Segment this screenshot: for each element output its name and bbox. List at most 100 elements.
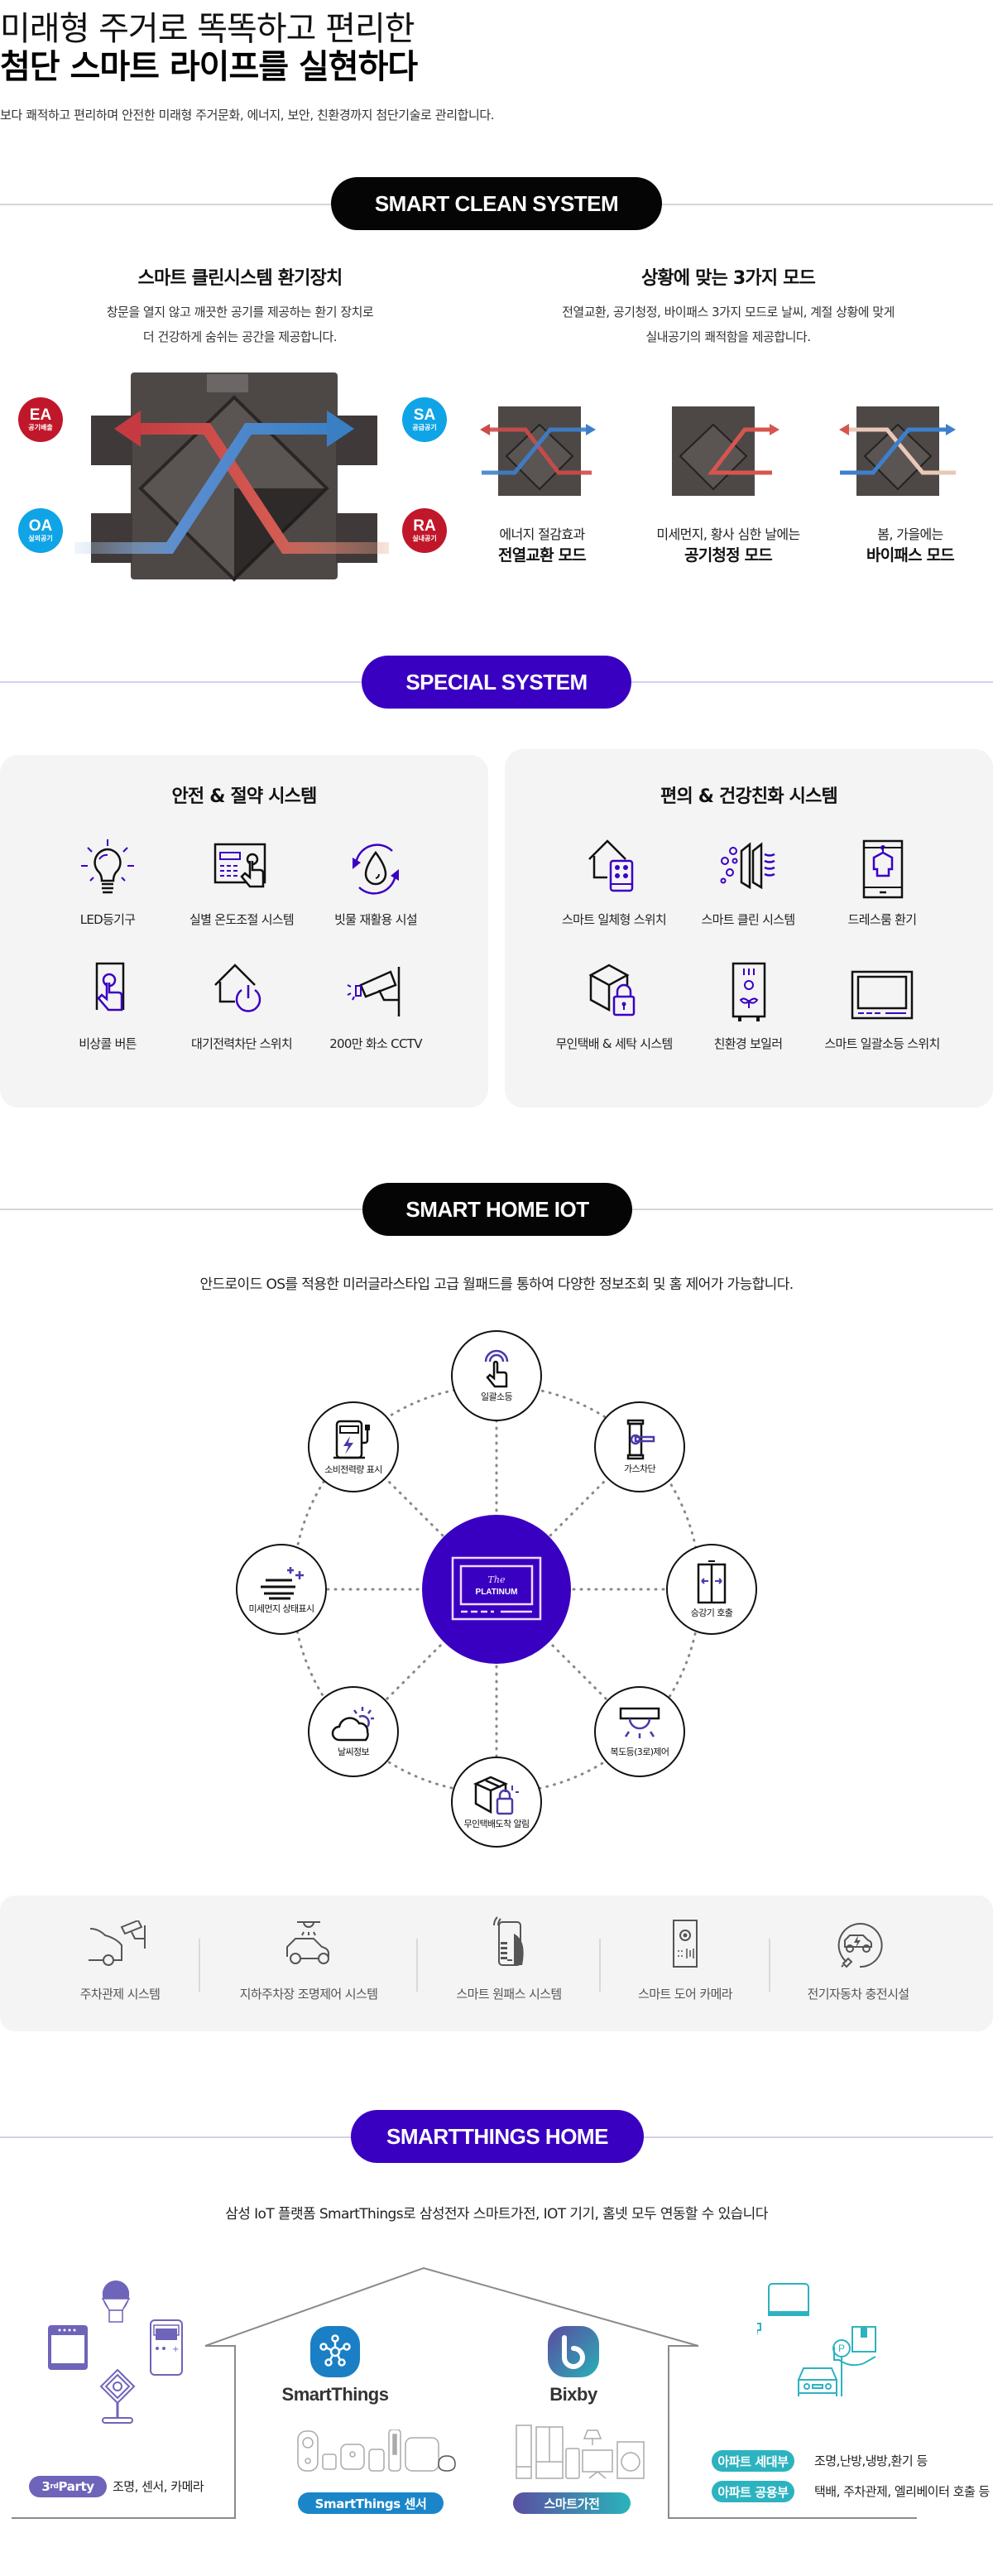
wallpad-device-icon xyxy=(768,2283,809,2316)
strip-item-parking-control: 주차관제 시스템 xyxy=(41,1919,199,2002)
mode-name: 바이패스 모드 xyxy=(866,546,955,565)
dressroom-vent-icon xyxy=(862,839,904,899)
ventilator-illustration xyxy=(74,372,389,582)
thermostat-plus: + xyxy=(172,2345,179,2354)
iot-node-elevator[interactable]: 승강기 호출 xyxy=(666,1544,757,1635)
feature-label: 실별 온도조절 시스템 xyxy=(189,912,295,927)
smart-appliances-illustration xyxy=(516,2425,645,2479)
feature-smart-switch: 스마트 일체형 스위치 xyxy=(548,836,680,928)
iot-node-parcel-alert[interactable]: 무인택배도착 알림 xyxy=(451,1757,542,1848)
hub-brand-text: PLATINUM xyxy=(476,1588,518,1597)
water-recycle-icon xyxy=(353,843,399,895)
strip-item-one-pass: 스마트 원패스 시스템 xyxy=(419,1914,599,2002)
smart-plug xyxy=(297,2430,319,2472)
iot-node-fine-dust[interactable]: 미세먼지 상태표시 xyxy=(236,1544,327,1635)
feature-label: 무인택배 & 세탁 시스템 xyxy=(555,1036,673,1051)
mode-caption: 미세먼지, 황사 심한 날에는 xyxy=(656,526,800,542)
badge-ra: RA 실내공기 xyxy=(402,508,447,553)
section-label-special: SPECIAL SYSTEM xyxy=(362,656,631,709)
tag-third-party-sup: rd xyxy=(50,2482,59,2491)
badge-ra-label: 실내공기 xyxy=(412,534,437,542)
badge-oa: OA 실외공기 xyxy=(18,508,63,553)
air-filter-icon xyxy=(720,842,775,890)
section-label-smartthings-home: SMARTTHINGS HOME xyxy=(351,2110,644,2163)
parking-cctv-icon xyxy=(89,1919,146,1966)
feature-emergency-call: 비상콜 버튼 xyxy=(41,960,174,1052)
iot-node-gas-valve[interactable]: 가스차단 xyxy=(594,1401,685,1492)
mode-name: 전열교환 모드 xyxy=(498,546,587,565)
emergency-call-button-icon xyxy=(95,962,125,1012)
badge-sa-label: 공급공기 xyxy=(412,423,437,431)
mode-heat-exchange-illustration xyxy=(480,406,596,496)
parking-light-icon xyxy=(286,1921,329,1964)
door-camera-icon xyxy=(673,1920,698,1968)
gas-valve-icon xyxy=(626,1419,655,1460)
smart-bulb-icon xyxy=(101,2280,131,2323)
smartthings-logo-icon xyxy=(310,2326,360,2377)
mini-blue-arrow xyxy=(586,424,596,435)
node-label: 일괄소등 xyxy=(480,1391,513,1402)
wallpad-icon: The PLATINUM xyxy=(451,1556,542,1621)
badge-ea-label: 공기배출 xyxy=(28,423,53,431)
mini-red-arrow xyxy=(770,424,780,435)
hub-script-text: The xyxy=(488,1574,506,1585)
iot-node-power-meter[interactable]: 소비전력량 표시 xyxy=(308,1401,399,1492)
strip-label: 주차관제 시스템 xyxy=(79,1987,161,2002)
strip-label: 스마트 원패스 시스템 xyxy=(456,1987,562,2002)
feature-label: 친환경 보일러 xyxy=(713,1036,783,1051)
smart-camera-icon xyxy=(99,2368,136,2424)
feature-label: 드레스룸 환기 xyxy=(847,912,917,927)
feature-label: 스마트 일괄소등 스위치 xyxy=(824,1036,940,1051)
mode-bypass-illustration xyxy=(839,406,956,496)
strip-item-ev-charger: 전기자동차 충전시설 xyxy=(771,1917,945,2002)
panel-title-safety: 안전 & 절약 시스템 xyxy=(171,786,317,807)
badge-oa-code: OA xyxy=(28,517,53,535)
smartthings-sensors-illustration xyxy=(297,2429,456,2472)
lightbulb-icon xyxy=(81,839,134,894)
strip-item-parking-light: 지하주차장 조명제어 시스템 xyxy=(201,1920,416,2002)
feature-rainwater: 빗물 재활용 시설 xyxy=(309,836,442,928)
touch-icon xyxy=(484,1349,509,1388)
modes-title: 상황에 맞는 3가지 모드 xyxy=(640,268,816,289)
smartthings-brand: SmartThings xyxy=(281,2384,389,2405)
parcel-locker-icon xyxy=(588,964,636,1016)
third-party-devices: + xyxy=(48,2280,183,2424)
parking-p-letter: P xyxy=(838,2343,845,2354)
strip-label: 전기자동차 충전시설 xyxy=(807,1987,910,2002)
hero-description: 보다 쾌적하고 편리하며 안전한 미래형 주거문화, 에너지, 보안, 친환경까… xyxy=(0,108,495,123)
sensor-door xyxy=(368,2449,385,2472)
node-label: 가스차단 xyxy=(623,1463,656,1474)
mode-caption: 봄, 가을에는 xyxy=(877,526,943,542)
section-label-smart-home-iot: SMART HOME IOT xyxy=(362,1183,632,1236)
bixby-brand: Bixby xyxy=(549,2384,597,2405)
dome-camera-icon xyxy=(757,2323,761,2336)
tag-smart-appliances: 스마트가전 xyxy=(513,2492,631,2514)
elevator-icon xyxy=(697,1560,727,1604)
smart-display-icon xyxy=(48,2325,88,2370)
feature-room-temp: 실별 온도조절 시스템 xyxy=(175,836,308,928)
strip-label: 지하주차장 조명제어 시스템 xyxy=(239,1987,378,2002)
iot-node-master-light[interactable]: 일괄소등 xyxy=(451,1330,542,1421)
standby-power-switch-icon xyxy=(214,964,261,1012)
badge-ea-code: EA xyxy=(29,406,52,424)
feature-label: LED등기구 xyxy=(79,912,136,927)
badge-oa-label: 실외공기 xyxy=(28,534,53,542)
modes-desc-line2: 실내공기의 쾌적함을 제공합니다. xyxy=(645,329,811,344)
weather-icon xyxy=(331,1707,374,1742)
tag-third-party-word: Party xyxy=(58,2479,94,2494)
node-label: 소비전력량 표시 xyxy=(324,1464,382,1475)
panel-title-convenience: 편의 & 건강친화 시스템 xyxy=(660,786,838,807)
parcel-lock-icon xyxy=(473,1776,519,1815)
smart-speaker xyxy=(438,2455,456,2472)
iot-node-corridor-light[interactable]: 복도등(3로)제어 xyxy=(594,1686,685,1777)
badge-ra-code: RA xyxy=(413,517,436,535)
strip-label: 스마트 도어 카메라 xyxy=(638,1987,733,2002)
strip-separator xyxy=(199,1939,200,1992)
iot-node-weather[interactable]: 날씨정보 xyxy=(308,1686,399,1777)
tag-apartment-unit: 아파트 세대부 xyxy=(712,2450,794,2472)
feature-smart-clean: 스마트 클린 시스템 xyxy=(682,836,814,928)
port-right-bottom xyxy=(336,513,377,563)
mode-name: 공기청정 모드 xyxy=(684,546,773,565)
ventilator-description: 창문을 열지 않고 깨끗한 공기를 제공하는 환기 장치로 더 건강하게 숨쉬는… xyxy=(50,300,430,349)
apartment-devices: P xyxy=(757,2283,876,2396)
